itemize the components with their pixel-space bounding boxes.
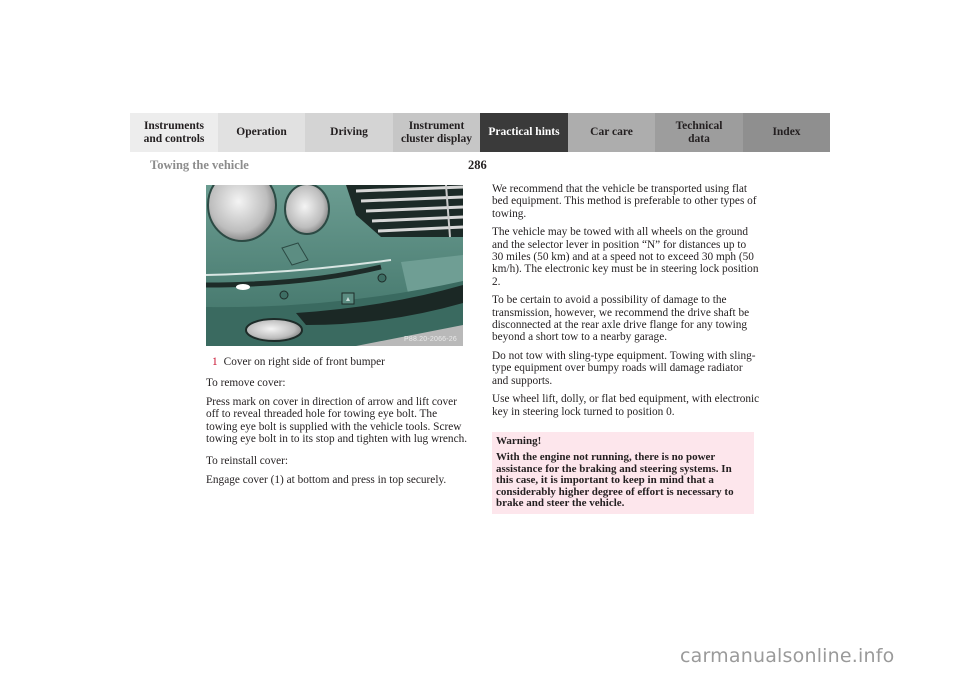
tab-index[interactable]: Index (743, 113, 830, 152)
tab-practical-hints[interactable]: Practical hints (480, 113, 568, 152)
headlight-right (284, 185, 330, 235)
car-front-drawing (206, 185, 463, 346)
chapter-tabs: Instruments and controls Operation Drivi… (130, 113, 830, 152)
warning-box: Warning! With the engine not running, th… (492, 432, 754, 514)
tab-operation[interactable]: Operation (218, 113, 305, 152)
left-column: 1 Cover on right side of front bumper To … (206, 356, 468, 492)
tab-instruments-and-controls[interactable]: Instruments and controls (130, 113, 218, 152)
remove-instructions: Press mark on cover in direction of arro… (206, 395, 468, 446)
caption-number: 1 (212, 356, 218, 368)
tab-label: Operation (236, 126, 287, 138)
tab-instrument-cluster-display[interactable]: Instrument cluster display (393, 113, 480, 152)
figure-caption: 1 Cover on right side of front bumper (212, 356, 468, 368)
caption-text: Cover on right side of front bumper (223, 356, 385, 368)
paragraph: Use wheel lift, dolly, or flat bed equip… (492, 393, 760, 418)
tab-label: Instrument cluster display (400, 119, 473, 145)
tab-label: Index (772, 126, 801, 138)
reinstall-instructions: Engage cover (1) at bottom and press in … (206, 473, 447, 486)
figure-code: P88.20-2066-26 (403, 336, 457, 343)
tab-label: Driving (330, 126, 368, 138)
bumper-illustration: 1 P88.20-2066-26 (206, 185, 463, 346)
right-column: We recommend that the vehicle be transpo… (492, 183, 760, 424)
paragraph: The vehicle may be towed with all wheels… (492, 226, 759, 288)
tab-label: Technical data (675, 119, 723, 145)
tab-label: Practical hints (488, 126, 560, 138)
tab-driving[interactable]: Driving (305, 113, 393, 152)
reinstall-heading: To reinstall cover: (206, 455, 289, 468)
strip-reflection (236, 284, 250, 290)
warning-title: Warning! (496, 435, 542, 447)
page-number: 286 (468, 158, 487, 172)
tab-label: Car care (590, 126, 633, 138)
tab-car-care[interactable]: Car care (568, 113, 655, 152)
fog-light (245, 318, 303, 342)
section-title: Towing the vehicle (150, 158, 249, 172)
tab-technical-data[interactable]: Technical data (655, 113, 743, 152)
paragraph: We recommend that the vehicle be transpo… (492, 183, 757, 220)
paragraph: To be certain to avoid a possibility of … (492, 294, 750, 344)
watermark[interactable]: carmanualsonline.info (680, 645, 894, 667)
paragraph: Do not tow with sling-type equipment. To… (492, 349, 756, 387)
warning-text: With the engine not running, there is no… (496, 451, 734, 510)
tab-label: Instruments and controls (143, 119, 205, 145)
remove-heading: To remove cover: (206, 377, 286, 390)
